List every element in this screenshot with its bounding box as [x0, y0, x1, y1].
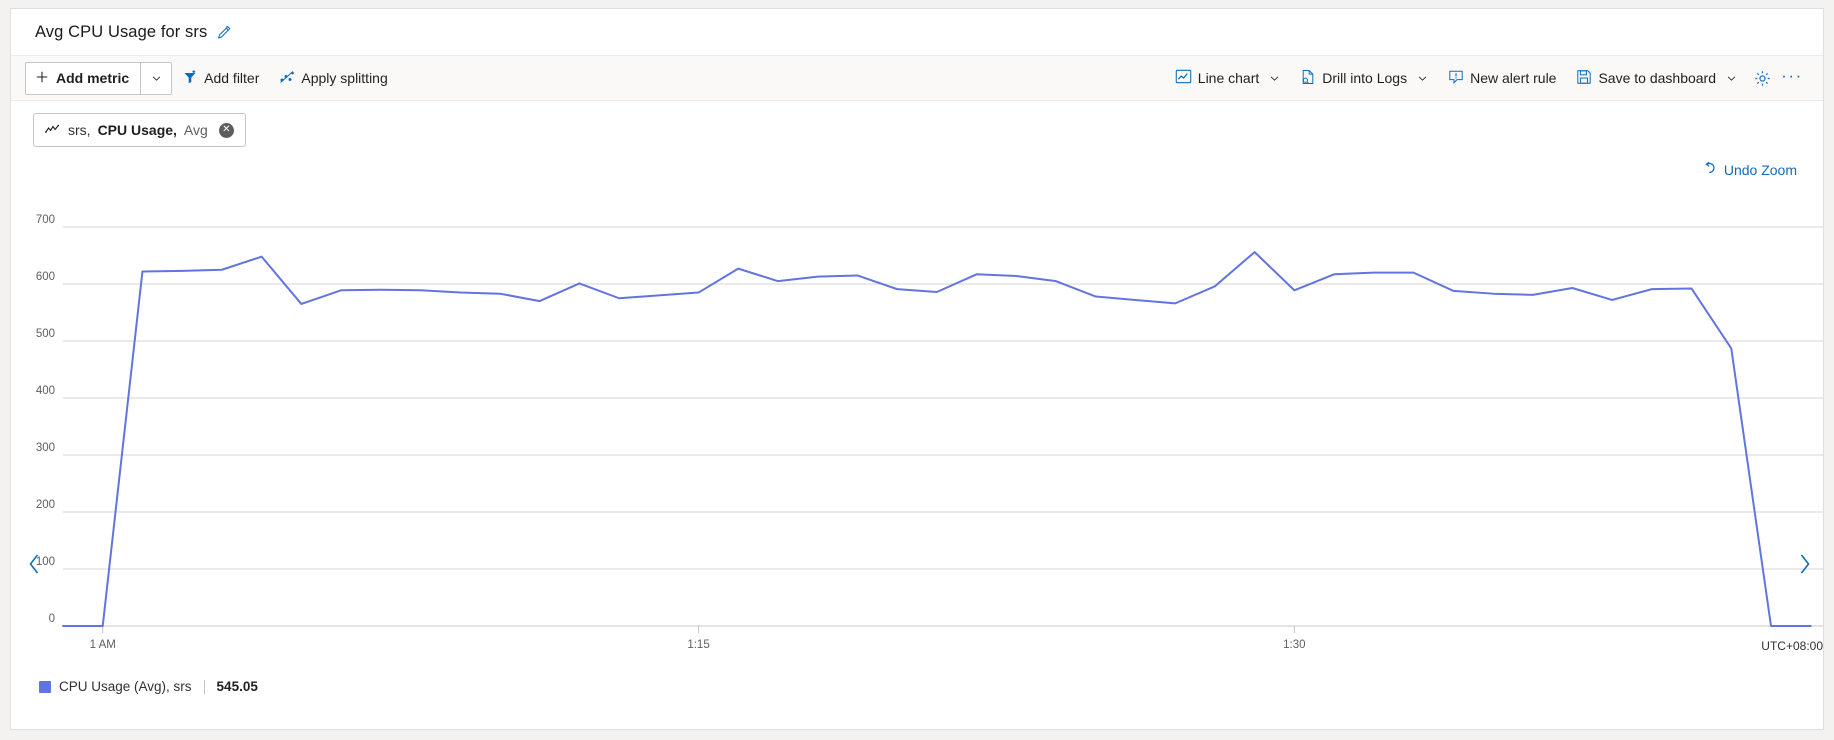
- chart-timezone-label: UTC+08:00: [1761, 639, 1823, 653]
- y-tick-label: 400: [36, 385, 55, 397]
- apply-splitting-label: Apply splitting: [301, 70, 388, 86]
- series-polyline: [62, 251, 1812, 627]
- chart-gridlines: [63, 226, 1823, 627]
- metric-chip-row: srs, CPU Usage, Avg ✕: [11, 101, 1823, 157]
- new-alert-rule-label: New alert rule: [1470, 70, 1557, 86]
- legend-divider: [203, 679, 205, 694]
- new-alert-rule-button[interactable]: New alert rule: [1438, 62, 1566, 94]
- command-bar-right-group: Line chart Drill into Logs New alert rul…: [1165, 62, 1823, 94]
- legend-value: 545.05: [216, 679, 258, 694]
- metric-chip-aggregation: Avg: [183, 122, 208, 138]
- metric-line-icon: [45, 122, 61, 138]
- chevron-right-icon[interactable]: [1793, 547, 1815, 581]
- logs-icon: [1300, 69, 1316, 88]
- line-chart-label: Line chart: [1197, 70, 1260, 86]
- metrics-chart-card: Avg CPU Usage for srs Add metric Add fil…: [10, 8, 1824, 730]
- chart-x-axis-labels: 1 AM 1:15 1:30: [90, 639, 1306, 651]
- add-metric-split-button[interactable]: Add metric: [25, 61, 173, 95]
- add-filter-label: Add filter: [204, 70, 260, 86]
- line-chart-icon: [1175, 68, 1192, 88]
- y-tick-label: 700: [36, 214, 55, 226]
- gear-icon[interactable]: [1747, 63, 1777, 93]
- line-chart-caret-icon[interactable]: [1269, 73, 1280, 84]
- remove-metric-icon[interactable]: ✕: [218, 122, 234, 138]
- x-tick-label: 1:30: [1283, 639, 1305, 651]
- y-tick-label: 500: [36, 328, 55, 340]
- chart-plot-area[interactable]: 0 100 200 300 400 500 600 700 1 AM 1:15 1:30 UTC+…: [11, 169, 1823, 669]
- x-tick-label: 1 AM: [90, 639, 116, 651]
- save-to-dashboard-button[interactable]: Save to dashboard: [1566, 62, 1747, 94]
- drill-into-logs-label: Drill into Logs: [1322, 70, 1408, 86]
- chart-title-row: Avg CPU Usage for srs: [11, 9, 1823, 55]
- metric-chip[interactable]: srs, CPU Usage, Avg ✕: [33, 113, 246, 147]
- chart-legend[interactable]: CPU Usage (Avg), srs 545.05: [39, 679, 258, 694]
- drill-into-logs-caret-icon[interactable]: [1417, 73, 1428, 84]
- y-tick-label: 300: [36, 442, 55, 454]
- y-tick-label: 600: [36, 271, 55, 283]
- command-bar-left-group: Add metric Add filter Apply splitting: [11, 61, 398, 95]
- drill-into-logs-button[interactable]: Drill into Logs: [1290, 62, 1438, 94]
- line-chart-button[interactable]: Line chart: [1165, 62, 1290, 94]
- metrics-line-chart[interactable]: 0100200300400500600700 1 AM 1:15 1:30 UTC+…: [11, 169, 1823, 669]
- page-title: Avg CPU Usage for srs: [35, 22, 208, 41]
- splitting-icon: [279, 69, 295, 88]
- x-tick-label: 1:15: [687, 639, 709, 651]
- chart-series-line: [62, 251, 1812, 627]
- more-options-label: ···: [1781, 65, 1803, 85]
- chart-x-axis: [63, 625, 1823, 633]
- metrics-explorer-page: Avg CPU Usage for srs Add metric Add fil…: [0, 0, 1834, 740]
- add-metric-label: Add metric: [56, 70, 130, 86]
- chevron-left-icon[interactable]: [23, 547, 45, 581]
- more-options-button[interactable]: ···: [1777, 63, 1807, 93]
- save-icon: [1576, 69, 1592, 88]
- legend-color-swatch: [39, 680, 51, 693]
- y-tick-label: 0: [49, 613, 55, 625]
- metric-chip-metric: CPU Usage,: [97, 122, 177, 138]
- save-to-dashboard-label: Save to dashboard: [1598, 70, 1716, 86]
- filter-icon: [182, 69, 198, 88]
- metric-chip-resource: srs,: [68, 122, 91, 138]
- add-metric-dropdown-caret[interactable]: [140, 62, 172, 94]
- pencil-icon[interactable]: [216, 25, 231, 40]
- plus-icon: [35, 70, 49, 87]
- apply-splitting-button[interactable]: Apply splitting: [269, 62, 397, 94]
- add-filter-button[interactable]: Add filter: [172, 62, 269, 94]
- add-metric-button[interactable]: Add metric: [26, 62, 141, 94]
- legend-label: CPU Usage (Avg), srs: [59, 679, 192, 694]
- save-to-dashboard-caret-icon[interactable]: [1726, 73, 1737, 84]
- y-tick-label: 200: [36, 499, 55, 511]
- alert-icon: [1448, 69, 1464, 88]
- chart-command-bar: Add metric Add filter Apply splitting Li…: [11, 55, 1823, 101]
